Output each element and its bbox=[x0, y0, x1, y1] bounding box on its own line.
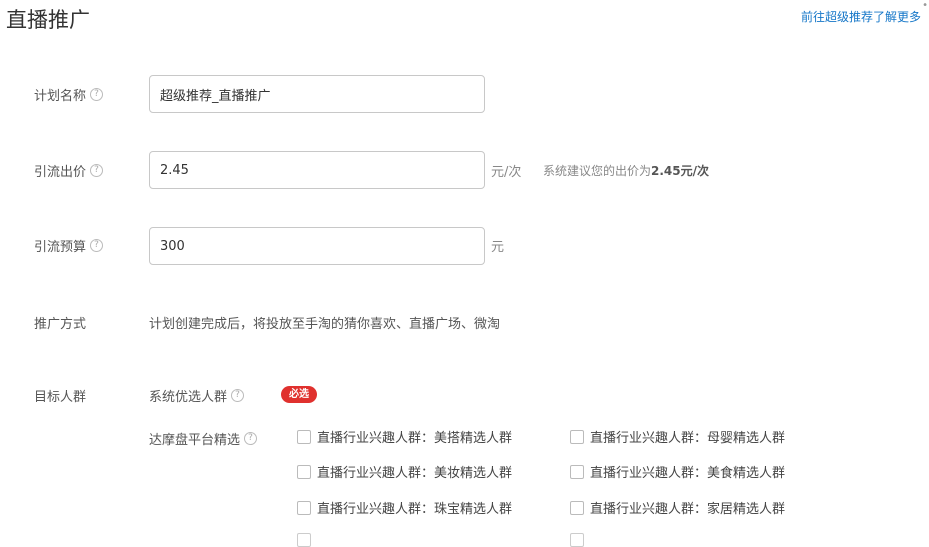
bid-label-row: 引流出价 ? bbox=[34, 161, 104, 180]
plan-name-input[interactable] bbox=[149, 75, 485, 113]
method-description: 计划创建完成后，将投放至手淘的猜你喜欢、直播广场、微淘 bbox=[149, 317, 501, 332]
checkbox-icon[interactable] bbox=[297, 500, 311, 515]
bid-suggestion: 系统建议您的出价为2.45元/次 bbox=[543, 162, 709, 179]
system-audience-label: 系统优选人群 bbox=[149, 390, 228, 405]
platform-audience-label: 达摩盘平台精选 bbox=[149, 433, 241, 448]
platform-audience-row: 达摩盘平台精选 ? bbox=[149, 429, 258, 448]
audience-option[interactable]: 直播行业兴趣人群：家居精选人群 bbox=[570, 498, 785, 517]
audience-option[interactable]: 直播行业兴趣人群：母婴精选人群 bbox=[570, 427, 785, 446]
checkbox-icon[interactable] bbox=[297, 533, 311, 547]
method-label-row: 推广方式 bbox=[34, 313, 86, 332]
audience-option[interactable]: 直播行业兴趣人群：美食精选人群 bbox=[570, 462, 785, 481]
required-badge: 必选 bbox=[281, 386, 317, 403]
budget-label: 引流预算 bbox=[34, 240, 87, 255]
audience-option-label: 直播行业兴趣人群：美食精选人群 bbox=[590, 466, 786, 481]
checkbox-icon[interactable] bbox=[297, 429, 311, 444]
audience-option[interactable]: 直播行业兴趣人群：美搭精选人群 bbox=[297, 427, 512, 446]
target-label: 目标人群 bbox=[34, 390, 87, 405]
method-label: 推广方式 bbox=[34, 317, 87, 332]
audience-option[interactable]: 直播行业兴趣人群：美妆精选人群 bbox=[297, 462, 512, 481]
plan-name-label-row: 计划名称 ? bbox=[34, 85, 104, 104]
target-label-row: 目标人群 bbox=[34, 386, 86, 405]
checkbox-icon[interactable] bbox=[297, 464, 311, 479]
help-icon[interactable]: ? bbox=[244, 432, 258, 445]
help-icon[interactable]: ? bbox=[90, 164, 104, 177]
budget-label-row: 引流预算 ? bbox=[34, 236, 104, 255]
audience-option-label: 直播行业兴趣人群：美妆精选人群 bbox=[317, 466, 513, 481]
system-audience-row: 系统优选人群 ? bbox=[149, 386, 245, 405]
page-title: 直播推广 bbox=[6, 8, 90, 32]
help-icon[interactable]: ? bbox=[90, 88, 104, 101]
audience-option-label: 直播行业兴趣人群：母婴精选人群 bbox=[590, 431, 786, 446]
dot-icon: • bbox=[922, 0, 928, 11]
checkbox-icon[interactable] bbox=[570, 500, 584, 515]
help-icon[interactable]: ? bbox=[231, 389, 245, 402]
checkbox-icon[interactable] bbox=[570, 429, 584, 444]
bid-input[interactable] bbox=[149, 151, 485, 189]
audience-option-label: 直播行业兴趣人群：家居精选人群 bbox=[590, 502, 786, 517]
learn-more-link[interactable]: 前往超级推荐了解更多 bbox=[801, 8, 921, 25]
budget-unit: 元 bbox=[491, 240, 505, 255]
audience-option[interactable]: 直播行业兴趣人群：珠宝精选人群 bbox=[297, 498, 512, 517]
plan-name-label: 计划名称 bbox=[34, 89, 87, 104]
checkbox-icon[interactable] bbox=[570, 533, 584, 547]
audience-option-label: 直播行业兴趣人群：珠宝精选人群 bbox=[317, 502, 513, 517]
audience-option-label: 直播行业兴趣人群：美搭精选人群 bbox=[317, 431, 513, 446]
bid-unit: 元/次 bbox=[491, 165, 522, 180]
bid-suggestion-text: 系统建议您的出价为 bbox=[543, 164, 652, 178]
bid-label: 引流出价 bbox=[34, 165, 87, 180]
help-icon[interactable]: ? bbox=[90, 239, 104, 252]
checkbox-icon[interactable] bbox=[570, 464, 584, 479]
budget-input[interactable] bbox=[149, 227, 485, 265]
bid-suggestion-value: 2.45元/次 bbox=[651, 164, 710, 178]
